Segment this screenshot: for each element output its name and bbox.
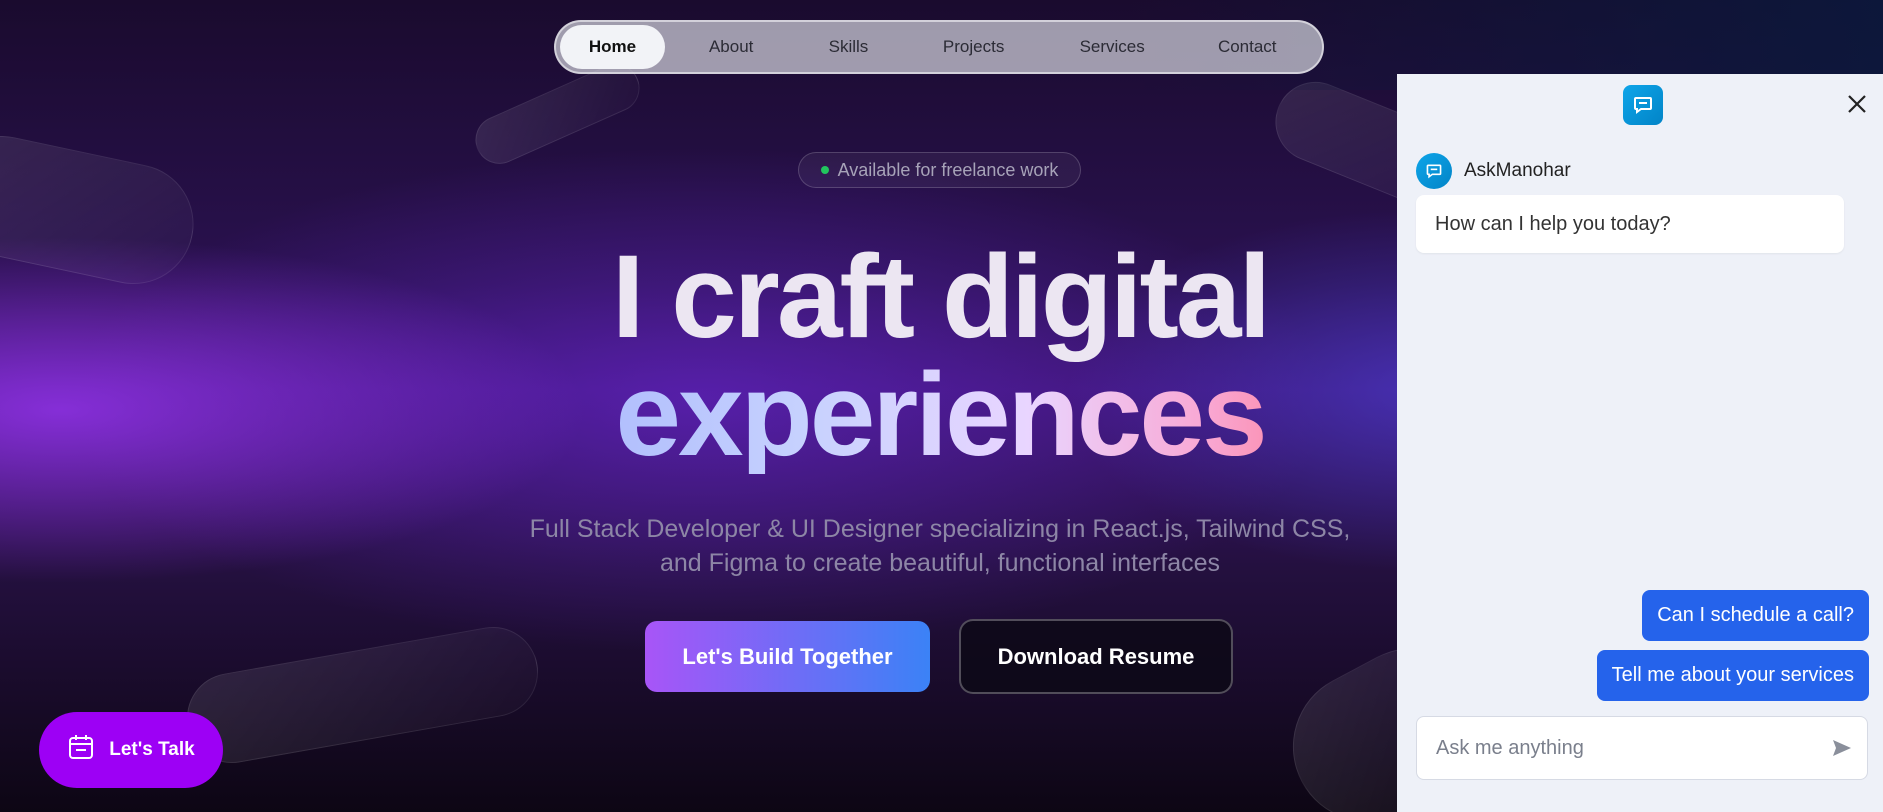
hero-subtitle: Full Stack Developer & UI Designer speci… [480, 512, 1400, 580]
decorative-pill [0, 124, 205, 296]
bot-message: How can I help you today? [1416, 195, 1844, 253]
nav-services[interactable]: Services [1048, 25, 1177, 69]
decorative-pill [179, 619, 546, 771]
availability-text: Available for freelance work [837, 159, 1059, 180]
hero-headline: I craft digital experiences [500, 238, 1380, 474]
bot-avatar [1416, 153, 1452, 189]
main-nav: Home About Skills Projects Services Cont… [554, 20, 1324, 74]
nav-contact[interactable]: Contact [1176, 25, 1318, 69]
headline-line-2: experiences [500, 356, 1380, 474]
nav-home[interactable]: Home [560, 25, 665, 69]
lets-talk-label: Let's Talk [109, 739, 195, 760]
chat-input-container [1416, 716, 1868, 780]
status-dot-icon [820, 166, 829, 174]
suggestion-schedule-call[interactable]: Can I schedule a call? [1642, 590, 1869, 641]
calendar-icon [67, 733, 95, 767]
availability-badge: Available for freelance work [798, 152, 1081, 188]
chat-panel: AskManohar How can I help you today? Can… [1397, 74, 1883, 812]
nav-projects[interactable]: Projects [899, 25, 1047, 69]
send-icon[interactable] [1817, 723, 1867, 773]
chat-input[interactable] [1417, 736, 1817, 760]
suggestion-services[interactable]: Tell me about your services [1596, 650, 1869, 701]
lets-talk-button[interactable]: Let's Talk [39, 712, 223, 788]
build-together-button[interactable]: Let's Build Together [645, 621, 930, 692]
close-icon[interactable] [1843, 90, 1871, 118]
headline-line-1: I craft digital [611, 231, 1272, 363]
download-resume-button[interactable]: Download Resume [959, 619, 1233, 694]
nav-skills[interactable]: Skills [797, 25, 899, 69]
subtitle-line-2: and Figma to create beautiful, functiona… [659, 549, 1221, 577]
nav-about[interactable]: About [665, 25, 798, 69]
subtitle-line-1: Full Stack Developer & UI Designer speci… [529, 515, 1351, 543]
chat-bubble-icon [1623, 85, 1663, 125]
bot-header: AskManohar [1416, 153, 1571, 189]
bot-name: AskManohar [1464, 160, 1571, 181]
